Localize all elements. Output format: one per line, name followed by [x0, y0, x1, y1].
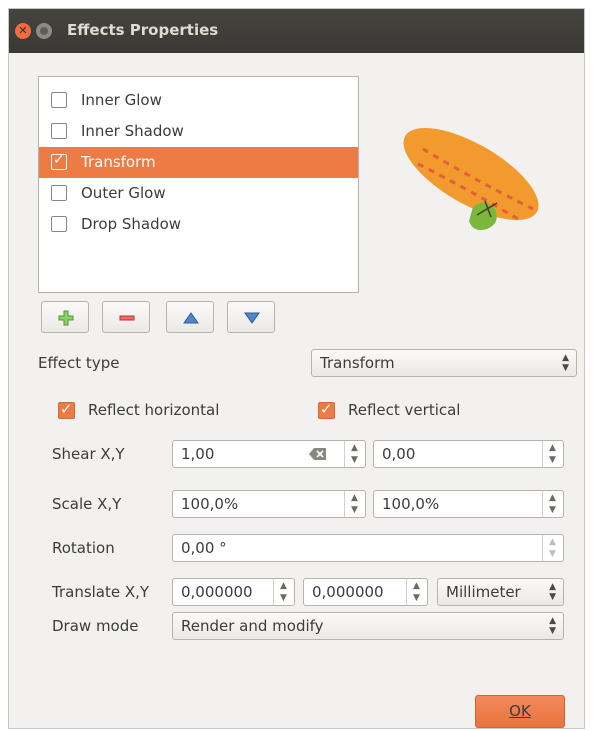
arrow-up-icon	[183, 312, 199, 324]
minus-icon	[119, 315, 135, 321]
ok-button[interactable]: OK	[475, 695, 565, 728]
combo-arrows-icon: ▲ ▼	[549, 616, 556, 636]
reflect-horizontal-checkbox[interactable]: ✓	[58, 400, 75, 419]
scale-x-value: 100,0%	[181, 495, 239, 513]
reflect-vertical-checkbox[interactable]: ✓	[318, 400, 335, 419]
scale-y-stepper[interactable]: ▲ ▼	[542, 491, 563, 517]
plus-icon	[58, 310, 74, 326]
checkbox-outer-glow[interactable]	[51, 185, 67, 201]
checkbox-drop-shadow[interactable]	[51, 216, 67, 232]
arrow-down-icon	[244, 312, 260, 324]
translate-x-spinbox[interactable]: 0,000000 ▲ ▼	[172, 578, 295, 606]
list-item-inner-glow[interactable]: Inner Glow	[39, 85, 358, 116]
reflect-vertical-label: Reflect vertical	[348, 401, 461, 419]
shear-y-stepper[interactable]: ▲ ▼	[542, 441, 563, 467]
checkbox-transform[interactable]: ✓	[51, 152, 67, 170]
scale-x-stepper[interactable]: ▲ ▼	[344, 491, 365, 517]
translate-x-value: 0,000000	[181, 583, 253, 601]
effect-type-value: Transform	[320, 354, 395, 372]
draw-mode-label: Draw mode	[52, 617, 139, 635]
effect-preview-image	[403, 127, 539, 230]
translate-y-value: 0,000000	[312, 583, 384, 601]
list-item-label: Outer Glow	[81, 184, 166, 202]
title-bar: ✕ Effects Properties	[9, 9, 584, 53]
list-item-drop-shadow[interactable]: Drop Shadow	[39, 209, 358, 240]
rotation-spinbox[interactable]: 0,00 ° ▲ ▼	[172, 534, 564, 562]
remove-effect-button[interactable]	[102, 301, 150, 333]
shear-x-value: 1,00	[181, 445, 215, 463]
move-up-button[interactable]	[166, 301, 214, 333]
draw-mode-value: Render and modify	[181, 617, 324, 635]
translate-label: Translate X,Y	[52, 583, 150, 601]
scale-x-spinbox[interactable]: 100,0% ▲ ▼	[172, 490, 366, 518]
scale-y-value: 100,0%	[382, 495, 440, 513]
list-item-transform[interactable]: ✓ Transform	[39, 147, 358, 178]
draw-mode-combo[interactable]: Render and modify ▲ ▼	[172, 612, 564, 640]
translate-x-stepper[interactable]: ▲ ▼	[273, 579, 294, 605]
list-item-label: Inner Shadow	[81, 122, 184, 140]
reflect-horizontal-label: Reflect horizontal	[88, 401, 220, 419]
clear-icon[interactable]	[309, 447, 327, 461]
window-title: Effects Properties	[67, 21, 219, 39]
shear-x-spinbox[interactable]: 1,00 ▲ ▼	[172, 440, 366, 468]
check-icon: ✓	[60, 400, 73, 418]
combo-arrows-icon: ▲ ▼	[562, 353, 569, 373]
checkbox-inner-glow[interactable]	[51, 92, 67, 108]
effects-list[interactable]: Inner Glow Inner Shadow ✓ Transform Oute…	[38, 76, 359, 293]
list-item-label: Drop Shadow	[81, 215, 182, 233]
translate-y-stepper[interactable]: ▲ ▼	[406, 579, 427, 605]
translate-unit-combo[interactable]: Millimeter ▲ ▼	[437, 578, 564, 606]
rotation-stepper[interactable]: ▲ ▼	[542, 535, 563, 561]
combo-arrows-icon: ▲ ▼	[549, 582, 556, 602]
translate-unit-value: Millimeter	[446, 583, 521, 601]
shear-x-stepper[interactable]: ▲ ▼	[344, 441, 365, 467]
checkbox-inner-shadow[interactable]	[51, 123, 67, 139]
check-icon: ✓	[53, 152, 65, 168]
shear-y-value: 0,00	[382, 445, 416, 463]
rotation-label: Rotation	[52, 539, 115, 557]
effect-type-label: Effect type	[38, 354, 120, 372]
list-item-label: Transform	[81, 153, 156, 171]
effect-type-combo[interactable]: Transform ▲ ▼	[311, 349, 577, 377]
rotation-value: 0,00 °	[181, 539, 227, 557]
move-down-button[interactable]	[227, 301, 275, 333]
effects-properties-dialog: ✕ Effects Properties Inner Glow Inner Sh…	[8, 8, 585, 729]
list-item-outer-glow[interactable]: Outer Glow	[39, 178, 358, 209]
check-icon: ✓	[320, 400, 333, 418]
list-item-inner-shadow[interactable]: Inner Shadow	[39, 116, 358, 147]
scale-y-spinbox[interactable]: 100,0% ▲ ▼	[373, 490, 564, 518]
minimize-window-icon[interactable]	[36, 23, 52, 39]
list-item-label: Inner Glow	[81, 91, 162, 109]
add-effect-button[interactable]	[41, 301, 89, 333]
shear-y-spinbox[interactable]: 0,00 ▲ ▼	[373, 440, 564, 468]
ok-button-label: OK	[509, 702, 531, 720]
scale-label: Scale X,Y	[52, 495, 122, 513]
close-window-icon[interactable]: ✕	[15, 23, 31, 39]
translate-y-spinbox[interactable]: 0,000000 ▲ ▼	[303, 578, 428, 606]
shear-label: Shear X,Y	[52, 445, 125, 463]
